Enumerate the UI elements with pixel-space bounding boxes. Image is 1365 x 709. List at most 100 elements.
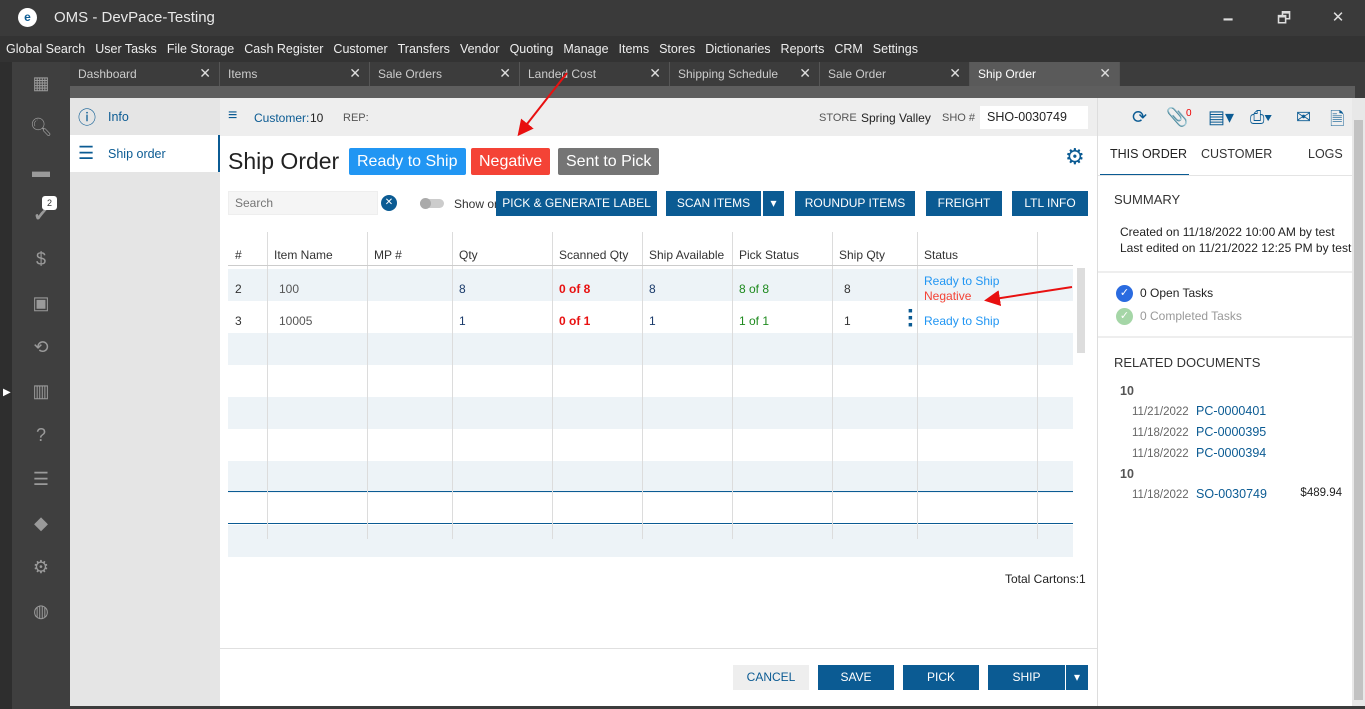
clear-search-icon[interactable]: ✕ [381, 195, 397, 211]
menu-item[interactable]: Settings [873, 42, 918, 56]
tab-sale-orders[interactable]: Sale Orders ✕ [370, 62, 520, 86]
column-header[interactable]: Qty [459, 248, 478, 262]
contact-icon[interactable]: ▣ [28, 290, 54, 316]
nav-item-info[interactable]: ⓘ Info [70, 98, 220, 135]
menu-item[interactable]: Global Search [6, 42, 85, 56]
tab-ship-order[interactable]: Ship Order ✕ [970, 62, 1120, 86]
column-header[interactable]: MP # [374, 248, 402, 262]
menu-item[interactable]: User Tasks [95, 42, 157, 56]
store-icon[interactable]: ▥ [28, 378, 54, 404]
help-clipboard-icon[interactable]: ? [28, 422, 54, 448]
table-scrollbar[interactable] [1077, 268, 1085, 353]
file-icon[interactable]: 🗎 [1330, 107, 1344, 137]
pick-button[interactable]: PICK [903, 665, 979, 690]
close-button[interactable]: ✕ [1328, 8, 1348, 26]
transfer-icon[interactable]: ⟲ [28, 334, 54, 360]
ship-button[interactable]: SHIP [988, 665, 1065, 690]
doc-date: 11/18/2022 [1132, 489, 1189, 501]
show-only-toggle[interactable] [420, 198, 444, 209]
column-header[interactable]: Ship Available [649, 248, 724, 262]
column-header[interactable]: Item Name [274, 248, 333, 262]
close-tab-icon[interactable]: ✕ [949, 65, 961, 82]
tab-customer[interactable]: CUSTOMER [1201, 147, 1272, 161]
menu-item[interactable]: Vendor [460, 42, 500, 56]
dollar-icon[interactable]: $ [28, 246, 54, 272]
dashboard-icon[interactable]: ▦ [28, 70, 54, 96]
tab-logs[interactable]: LOGS [1308, 147, 1343, 161]
ltl-info-button[interactable]: LTL INFO [1012, 191, 1088, 216]
doc-link[interactable]: PC-0000401 [1196, 404, 1266, 418]
scan-items-button[interactable]: SCAN ITEMS [666, 191, 761, 216]
tab-landed-cost[interactable]: Landed Cost ✕ [520, 62, 670, 86]
column-header[interactable]: Ship Qty [839, 248, 885, 262]
tab-shipping-schedule[interactable]: Shipping Schedule ✕ [670, 62, 820, 86]
doc-link[interactable]: PC-0000394 [1196, 446, 1266, 460]
close-tab-icon[interactable]: ✕ [1099, 65, 1111, 82]
menu-item[interactable]: Dictionaries [705, 42, 770, 56]
search-icon[interactable]: 🔍︎ [28, 114, 54, 140]
tag-icon[interactable]: ◆ [28, 510, 54, 536]
doc-link[interactable]: PC-0000395 [1196, 425, 1266, 439]
folder-icon[interactable]: ▬ [28, 158, 54, 184]
column-header[interactable]: Pick Status [739, 248, 799, 262]
column-header[interactable]: Status [924, 248, 958, 262]
settings-gear-icon[interactable]: ⚙ [1065, 144, 1085, 170]
minimize-button[interactable]: 🗕 [1218, 8, 1238, 33]
doc-link[interactable]: SO-0030749 [1196, 487, 1267, 501]
menu-item[interactable]: Manage [563, 42, 608, 56]
menu-item[interactable]: Transfers [398, 42, 450, 56]
info-icon: ⓘ [78, 107, 96, 128]
tab-this-order[interactable]: THIS ORDER [1110, 147, 1187, 161]
document-dropdown-icon[interactable]: ▤▾ [1208, 107, 1234, 128]
page-scrollbar[interactable] [1352, 98, 1365, 706]
close-tab-icon[interactable]: ✕ [349, 65, 361, 82]
scan-items-dropdown-icon[interactable]: ▾ [763, 191, 784, 216]
roundup-items-button[interactable]: ROUNDUP ITEMS [795, 191, 915, 216]
row-menu-kebab-icon[interactable]: ▪ ▪ ▪ [908, 303, 913, 331]
open-tasks[interactable]: 0 Open Tasks [1140, 286, 1213, 300]
save-button[interactable]: SAVE [818, 665, 894, 690]
page-title: Ship Order [228, 148, 340, 174]
cancel-button[interactable]: CANCEL [733, 665, 809, 690]
sho-number-field[interactable]: SHO-0030749 [980, 106, 1088, 129]
menu-item[interactable]: Quoting [510, 42, 554, 56]
ship-dropdown-icon[interactable]: ▾ [1066, 665, 1088, 690]
expand-arrow-icon[interactable]: ▶ [3, 387, 11, 398]
customer-value[interactable]: 10 [310, 111, 323, 125]
menu-item[interactable]: Cash Register [244, 42, 323, 56]
edit-list-icon[interactable]: ≡ [228, 107, 237, 125]
tab-label: Sale Orders [378, 67, 443, 81]
gear-icon[interactable]: ⚙ [28, 554, 54, 580]
search-input[interactable] [228, 191, 378, 215]
maximize-button[interactable]: 🗗 [1274, 8, 1294, 33]
tab-items[interactable]: Items ✕ [220, 62, 370, 86]
menu-item[interactable]: Stores [659, 42, 695, 56]
nav-item-ship-order[interactable]: ☰ Ship order [70, 135, 220, 172]
close-tab-icon[interactable]: ✕ [649, 65, 661, 82]
menu-item[interactable]: Reports [781, 42, 825, 56]
close-tab-icon[interactable]: ✕ [199, 65, 211, 82]
print-dropdown-icon[interactable]: ⎙▾ [1250, 107, 1272, 128]
column-header[interactable]: Scanned Qty [559, 248, 628, 262]
email-icon[interactable]: ✉ [1296, 107, 1311, 128]
completed-tasks[interactable]: 0 Completed Tasks [1140, 309, 1242, 323]
pick-generate-label-button[interactable]: PICK & GENERATE LABEL [496, 191, 657, 216]
close-tab-icon[interactable]: ✕ [499, 65, 511, 82]
menu-item[interactable]: File Storage [167, 42, 234, 56]
menu-item[interactable]: CRM [834, 42, 862, 56]
menu-item[interactable]: Items [619, 42, 650, 56]
rail-strip: ▶ [0, 62, 12, 709]
tasks-icon[interactable]: ✔ 2 [28, 196, 57, 228]
freight-button[interactable]: FREIGHT [926, 191, 1002, 216]
tab-dashboard[interactable]: Dashboard ✕ [70, 62, 220, 86]
total-cartons: Total Cartons:1 [1005, 572, 1086, 586]
clipboard-icon[interactable]: ☰ [28, 466, 54, 492]
menu-item[interactable]: Customer [333, 42, 387, 56]
close-tab-icon[interactable]: ✕ [799, 65, 811, 82]
completed-tasks-check-icon: ✓ [1116, 308, 1133, 325]
tab-sale-order[interactable]: Sale Order ✕ [820, 62, 970, 86]
right-panel: ⟳ 📎 0 ▤▾ ⎙▾ ✉ 🗎 THIS ORDER CUSTOMER LOGS… [1097, 98, 1353, 706]
refresh-icon[interactable]: ⟳ [1132, 107, 1147, 128]
column-header[interactable]: # [235, 248, 242, 262]
globe-icon[interactable]: ◍ [28, 598, 54, 624]
